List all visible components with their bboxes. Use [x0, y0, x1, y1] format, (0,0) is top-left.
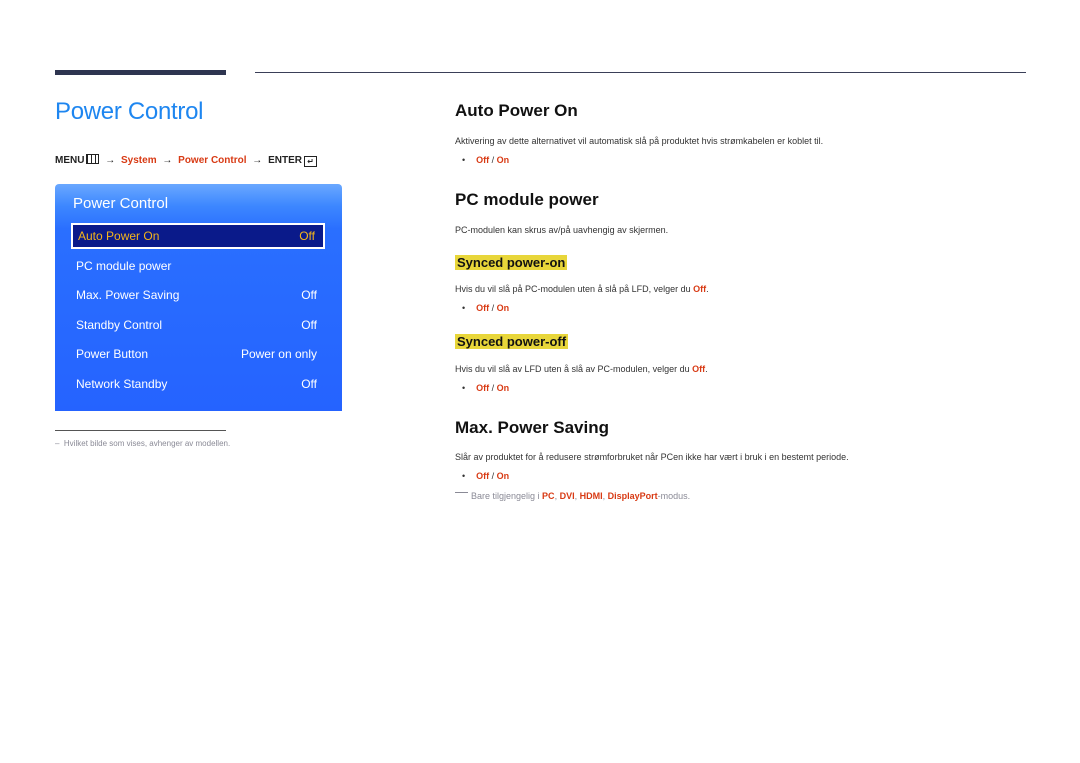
footnote-divider — [55, 430, 226, 431]
option-on: On — [496, 303, 510, 313]
osd-item-network-standby[interactable]: Network Standby Off — [71, 371, 325, 397]
subheading-text: Synced power-on — [455, 255, 568, 270]
note-dash-icon — [455, 492, 468, 493]
desc-em: Off — [692, 364, 706, 374]
footnote-text: Hvilket bilde som vises, avhenger av mod… — [63, 439, 231, 448]
bullet-icon: • — [462, 383, 466, 393]
option-sep: / — [489, 155, 497, 165]
subheading-synced-power-off: Synced power-off — [455, 333, 569, 351]
osd-item-value: Off — [301, 377, 317, 391]
header-rule-thin — [255, 72, 1026, 73]
note-text: Bare tilgjengelig i — [471, 491, 543, 501]
option-on: On — [496, 471, 510, 481]
max-power-saving-options: • Off / On — [455, 471, 509, 481]
synced-power-on-desc: Hvis du vil slå på PC-modulen uten å slå… — [455, 284, 709, 294]
option-sep: / — [489, 471, 497, 481]
option-sep: / — [489, 303, 497, 313]
bullet-icon: • — [462, 155, 466, 165]
osd-item-value: Power on only — [240, 347, 317, 361]
footnote-model: – Hvilket bilde som vises, avhenger av m… — [55, 439, 230, 448]
heading-pc-module-power: PC module power — [455, 190, 599, 209]
osd-item-max-power-saving[interactable]: Max. Power Saving Off — [71, 282, 325, 308]
subheading-synced-power-on: Synced power-on — [455, 254, 568, 272]
footnote-dash: – — [55, 439, 60, 448]
auto-power-on-options: • Off / On — [455, 155, 509, 165]
subheading-text: Synced power-off — [455, 334, 569, 349]
osd-item-auto-power-on[interactable]: Auto Power On Off — [71, 223, 325, 249]
page-title: Power Control — [55, 98, 204, 125]
bullet-icon: • — [462, 303, 466, 313]
osd-item-label: Standby Control — [76, 318, 163, 332]
desc-end: . — [705, 364, 708, 374]
breadcrumb: MENU → System → Power Control → ENTER ↵ — [55, 154, 317, 167]
osd-item-pc-module-power[interactable]: PC module power — [71, 253, 325, 279]
note-suffix: -modus. — [657, 491, 691, 501]
breadcrumb-system: System — [121, 155, 157, 166]
bullet-icon: • — [462, 471, 466, 481]
breadcrumb-power-control: Power Control — [178, 155, 247, 166]
osd-item-value: Off — [301, 288, 317, 302]
osd-menu-panel: Power Control Auto Power On Off PC modul… — [55, 184, 342, 411]
arrow-icon: → — [162, 155, 173, 166]
note-pc: PC — [542, 491, 555, 501]
osd-item-power-button[interactable]: Power Button Power on only — [71, 341, 325, 367]
option-on: On — [496, 155, 510, 165]
osd-title: Power Control — [73, 195, 169, 212]
synced-power-off-desc: Hvis du vil slå av LFD uten å slå av PC-… — [455, 364, 708, 374]
desc-end: . — [706, 284, 709, 294]
option-off: Off — [476, 383, 490, 393]
heading-max-power-saving: Max. Power Saving — [455, 418, 609, 437]
note-hdmi: HDMI — [579, 491, 603, 501]
synced-power-off-options: • Off / On — [455, 383, 509, 393]
arrow-icon: → — [252, 155, 263, 166]
desc-text: Hvis du vil slå på PC-modulen uten å slå… — [455, 284, 694, 294]
note-displayport: DisplayPort — [607, 491, 658, 501]
option-off: Off — [476, 155, 490, 165]
heading-auto-power-on: Auto Power On — [455, 101, 578, 120]
osd-item-value: Off — [299, 229, 315, 243]
osd-item-standby-control[interactable]: Standby Control Off — [71, 312, 325, 338]
breadcrumb-menu: MENU — [55, 155, 85, 166]
header-rule-thick — [55, 70, 226, 75]
synced-power-on-options: • Off / On — [455, 303, 509, 313]
arrow-icon: → — [105, 155, 116, 166]
option-off: Off — [476, 471, 490, 481]
osd-item-label: Max. Power Saving — [76, 288, 180, 302]
menu-grid-icon — [86, 154, 100, 164]
max-power-saving-note: Bare tilgjengelig i PC, DVI, HDMI, Displ… — [455, 491, 690, 501]
breadcrumb-enter: ENTER — [268, 155, 302, 166]
option-off: Off — [476, 303, 490, 313]
osd-item-label: PC module power — [76, 259, 172, 273]
option-on: On — [496, 383, 510, 393]
osd-item-label: Auto Power On — [78, 229, 160, 243]
desc-em: Off — [693, 284, 707, 294]
osd-item-label: Network Standby — [76, 377, 168, 391]
pc-module-power-desc: PC-modulen kan skrus av/på uavhengig av … — [455, 225, 669, 235]
auto-power-on-desc: Aktivering av dette alternativet vil aut… — [455, 136, 824, 146]
max-power-saving-desc: Slår av produktet for å redusere strømfo… — [455, 452, 849, 462]
osd-item-value: Off — [301, 318, 317, 332]
note-dvi: DVI — [559, 491, 575, 501]
enter-return-icon: ↵ — [303, 156, 317, 167]
option-sep: / — [489, 383, 497, 393]
desc-text: Hvis du vil slå av LFD uten å slå av PC-… — [455, 364, 693, 374]
osd-item-label: Power Button — [76, 347, 149, 361]
